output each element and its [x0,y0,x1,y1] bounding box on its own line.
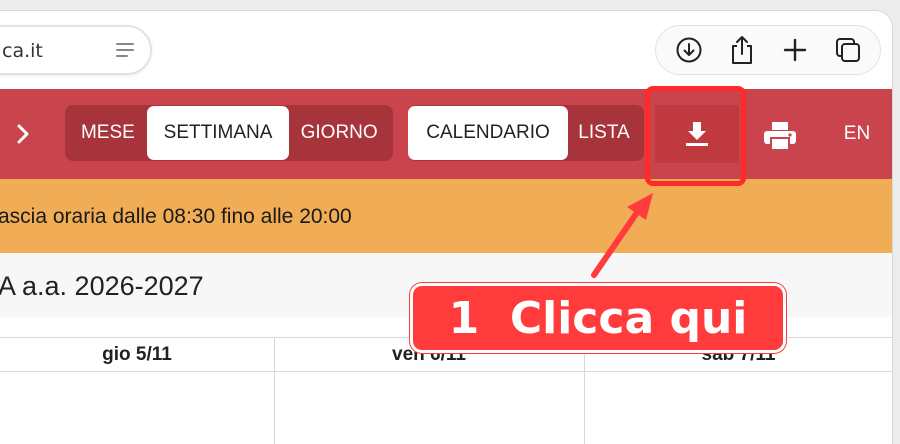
view-week-button[interactable]: SETTIMANA [146,106,290,160]
time-range-notice: ascia oraria dalle 08:30 fino alle 20:00 [0,179,892,253]
new-tab-icon[interactable] [777,32,813,68]
printer-icon [764,122,796,151]
time-range-text: ascia oraria dalle 08:30 fino alle 20:00 [0,205,352,228]
calendar-toolbar: MESE SETTIMANA GIORNO CALENDARIO LISTA E… [0,89,892,179]
address-text: ca.it [2,40,43,62]
day-header-thu: gio 5/11 [0,338,274,372]
display-switcher: CALENDARIO LISTA [408,105,644,161]
view-month-button[interactable]: MESE [69,105,147,161]
display-calendar-button[interactable]: CALENDARIO [408,106,568,160]
share-icon[interactable] [724,32,760,68]
address-bar[interactable]: ca.it [0,25,152,75]
tabs-icon[interactable] [830,32,866,68]
language-switch[interactable]: EN [832,121,882,147]
download-arrow-icon [686,122,708,146]
browser-actions [655,25,881,75]
academic-year-title: A a.a. 2026-2027 [0,271,204,301]
display-list-button[interactable]: LISTA [568,105,640,161]
export-download-button[interactable] [655,105,739,163]
view-day-button[interactable]: GIORNO [289,105,389,161]
annotation-callout: 1 Clicca qui [410,283,786,353]
next-arrow-icon[interactable] [12,121,34,147]
download-icon[interactable] [671,32,707,68]
browser-window: ca.it MESE SETTIMANA GIORNO CALENDARIO L… [0,10,893,444]
view-switcher: MESE SETTIMANA GIORNO [65,105,393,161]
week-grid: gio 5/11 ven 6/11 sab 7/11 [0,337,892,444]
column-divider [584,338,585,444]
print-button[interactable] [760,119,800,153]
browser-toolbar: ca.it [0,11,892,89]
reader-mode-icon[interactable] [116,43,134,57]
column-divider [274,338,275,444]
